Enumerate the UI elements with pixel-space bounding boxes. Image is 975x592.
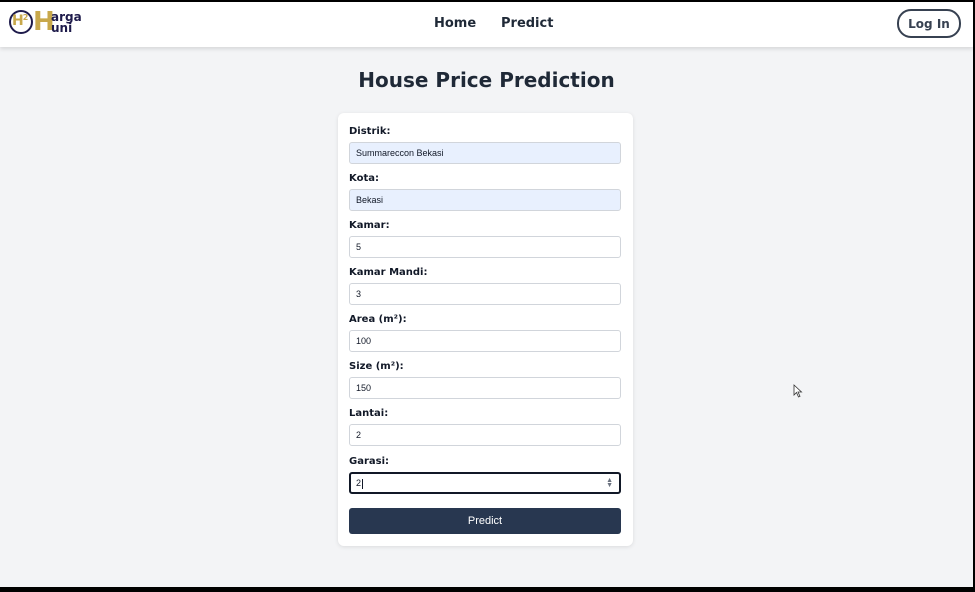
lantai-label: Lantai: [349,408,389,419]
harga-huni-logo[interactable]: H2 H arga uni [9,7,89,38]
distrik-input[interactable]: Summareccon Bekasi [349,142,621,164]
nav-link-predict[interactable]: Predict [501,16,553,31]
garasi-label: Garasi: [349,456,390,467]
area-input[interactable]: 100 [349,330,621,352]
predict-button[interactable]: Predict [349,508,621,534]
garasi-input[interactable]: 2 ▲ ▼ [349,472,621,494]
navbar: H2 H arga uni Home Predict Log In [0,2,973,47]
number-spinner-icon[interactable]: ▲ ▼ [606,477,613,489]
nav-link-home[interactable]: Home [434,16,476,31]
prediction-form: Distrik: Summareccon Bekasi Kota: Bekasi… [338,113,633,546]
text-caret [362,478,364,489]
size-label: Size (m²): [349,361,404,372]
bottom-edge [0,587,975,592]
login-button[interactable]: Log In [897,9,961,38]
kota-label: Kota: [349,173,379,184]
kamar-label: Kamar: [349,220,390,231]
logo-word-bottom: uni [51,21,73,35]
browser-viewport: H2 H arga uni Home Predict Log In House … [0,2,973,587]
logo-h2-mark: H2 [12,13,28,29]
lantai-input[interactable]: 2 [349,424,621,446]
distrik-label: Distrik: [349,126,391,137]
kamar-input[interactable]: 5 [349,236,621,258]
kamar-mandi-input[interactable]: 3 [349,283,621,305]
kamar-mandi-label: Kamar Mandi: [349,267,428,278]
kota-input[interactable]: Bekasi [349,189,621,211]
garasi-value: 2 [356,478,362,488]
area-label: Area (m²): [349,314,407,325]
mouse-pointer-icon [793,384,803,398]
size-input[interactable]: 150 [349,377,621,399]
page-title: House Price Prediction [358,68,615,92]
